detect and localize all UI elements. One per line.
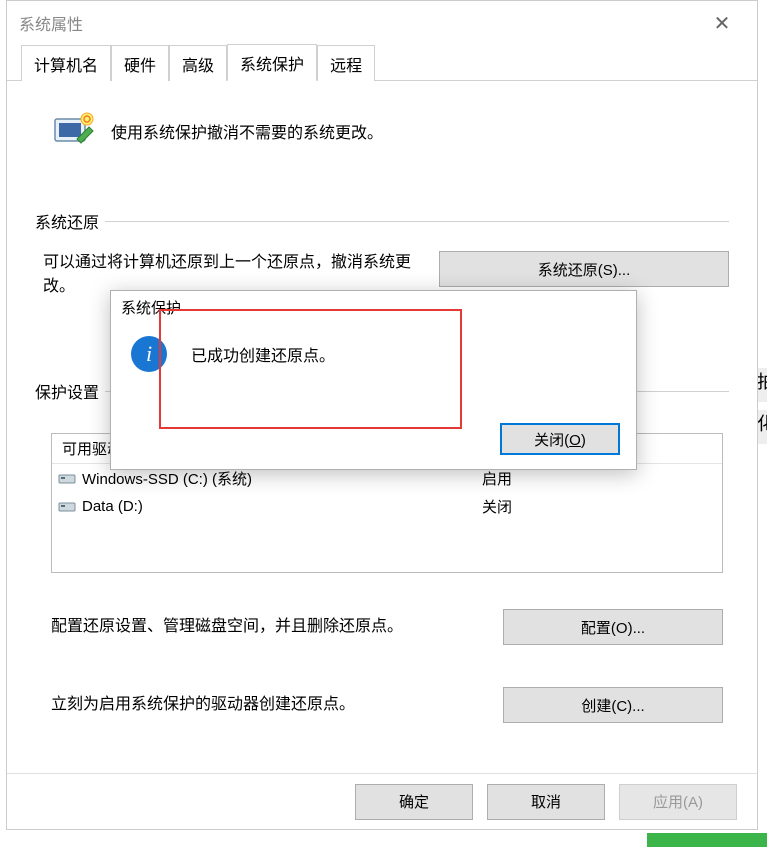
popup-footer: 关闭(O) xyxy=(500,423,620,455)
popup-title: 系统保护 xyxy=(111,291,636,318)
intro-text: 使用系统保护撤消不需要的系统更改。 xyxy=(111,119,383,143)
configure-description: 配置还原设置、管理磁盘空间，并且删除还原点。 xyxy=(51,615,503,639)
system-restore-icon xyxy=(51,109,95,153)
dialog-footer: 确定 取消 应用(A) xyxy=(7,773,757,829)
section-title-restore: 系统还原 xyxy=(35,209,105,233)
tab-advanced[interactable]: 高级 xyxy=(169,45,227,81)
section-header-restore: 系统还原 xyxy=(35,209,729,233)
tab-hardware[interactable]: 硬件 xyxy=(111,45,169,81)
drive-status: 启用 xyxy=(472,468,722,489)
popup-message: 已成功创建还原点。 xyxy=(191,342,335,366)
titlebar: 系统属性 ✕ xyxy=(7,1,757,45)
tab-computer-name[interactable]: 计算机名 xyxy=(21,45,111,81)
apply-button[interactable]: 应用(A) xyxy=(619,784,737,820)
window-title: 系统属性 xyxy=(19,11,83,35)
background-text-fragment: 拍 xyxy=(757,368,767,402)
tab-system-protection[interactable]: 系统保护 xyxy=(227,44,317,81)
tab-remote[interactable]: 远程 xyxy=(317,45,375,81)
drive-name: Data (D:) xyxy=(82,498,143,515)
divider xyxy=(105,221,729,222)
cancel-button[interactable]: 取消 xyxy=(487,784,605,820)
configure-button[interactable]: 配置(O)... xyxy=(503,609,723,645)
table-row[interactable]: Data (D:) 关闭 xyxy=(52,492,722,520)
system-restore-button[interactable]: 系统还原(S)... xyxy=(439,251,729,287)
background-green-strip xyxy=(647,833,767,847)
tab-bar: 计算机名 硬件 高级 系统保护 远程 xyxy=(7,45,757,81)
section-title-settings: 保护设置 xyxy=(35,379,105,403)
popup-body: i 已成功创建还原点。 xyxy=(111,318,636,380)
background-text-fragment: 化 xyxy=(757,410,767,444)
drive-name: Windows-SSD (C:) (系统) xyxy=(82,468,252,489)
drive-icon xyxy=(58,471,76,485)
close-icon[interactable]: ✕ xyxy=(699,8,745,38)
bottom-actions: 配置还原设置、管理磁盘空间，并且删除还原点。 配置(O)... 立刻为启用系统保… xyxy=(51,609,723,723)
popup-close-label: 关闭(O) xyxy=(534,429,586,450)
intro-row: 使用系统保护撤消不需要的系统更改。 xyxy=(35,101,729,173)
create-button[interactable]: 创建(C)... xyxy=(503,687,723,723)
create-description: 立刻为启用系统保护的驱动器创建还原点。 xyxy=(51,693,503,717)
popup-system-protection: 系统保护 i 已成功创建还原点。 关闭(O) xyxy=(110,290,637,470)
drive-icon xyxy=(58,499,76,513)
drive-status: 关闭 xyxy=(472,496,722,517)
ok-button[interactable]: 确定 xyxy=(355,784,473,820)
popup-close-button[interactable]: 关闭(O) xyxy=(500,423,620,455)
info-icon: i xyxy=(131,336,167,372)
